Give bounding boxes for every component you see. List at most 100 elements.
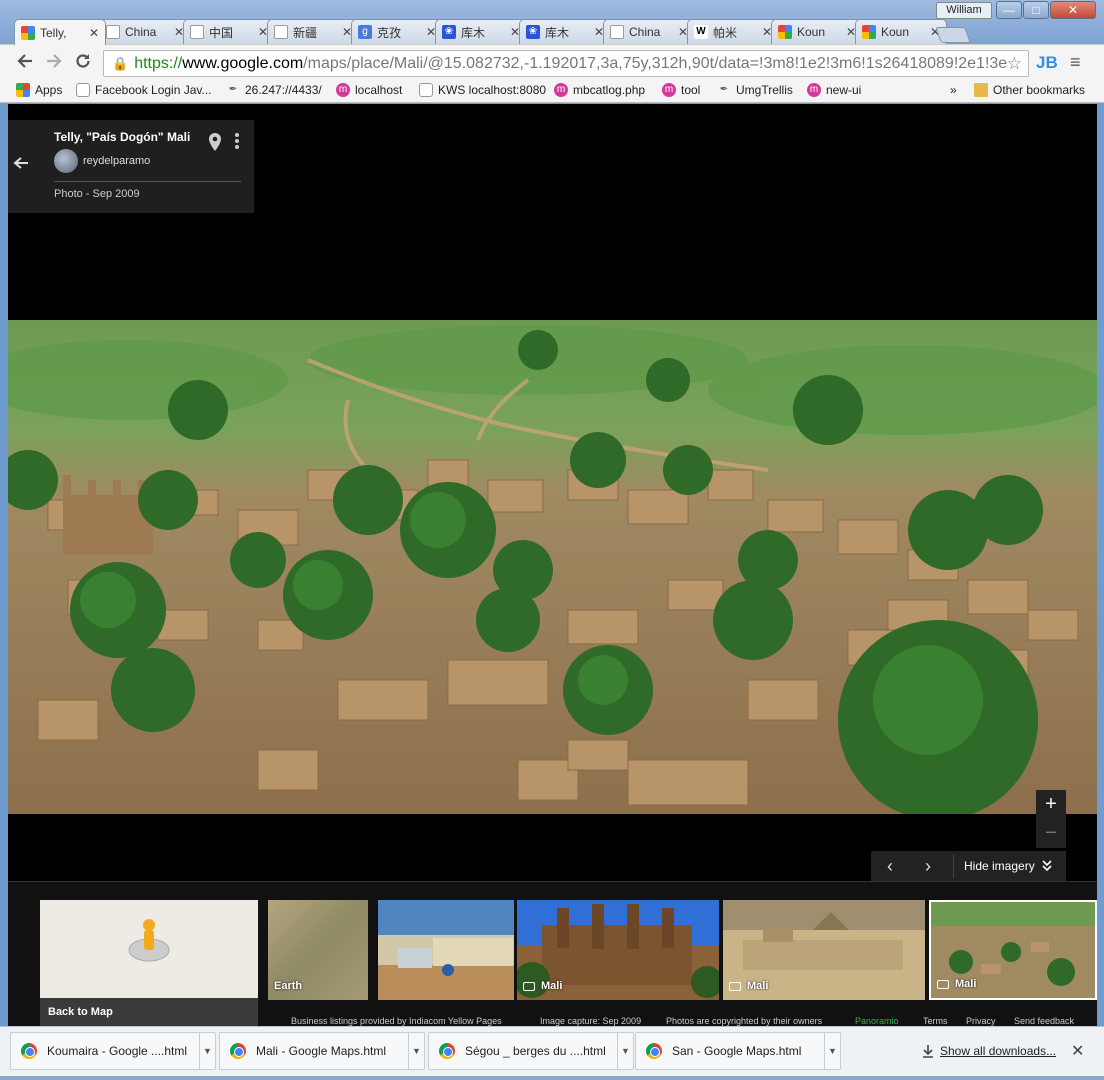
page-icon xyxy=(610,25,624,39)
thumb-mali-mosque[interactable]: Mali xyxy=(517,900,719,1000)
panoramio-logo[interactable]: Panoramio xyxy=(855,1016,899,1026)
download-filename: Ségou _ berges du ....html xyxy=(465,1044,606,1058)
bookmarks-overflow-button[interactable]: » xyxy=(950,83,957,97)
tab-label: 帕米 xyxy=(713,25,738,40)
download-filename: Koumaira - Google ....html xyxy=(47,1044,188,1058)
thumb-mali-granary[interactable]: Mali xyxy=(723,900,925,1000)
bookmark-kws-localhost[interactable]: KWS localhost:8080 xyxy=(419,83,546,97)
bookmark-label: mbcatlog.php xyxy=(573,83,646,97)
profile-button[interactable]: William xyxy=(936,2,992,19)
page-icon xyxy=(106,25,120,39)
bookmark-label: Other bookmarks xyxy=(993,83,1086,97)
toolbar: 🔒 https:// www.google.com /maps/place/Ma… xyxy=(0,44,1104,80)
page-icon xyxy=(190,25,204,39)
reload-button[interactable] xyxy=(72,52,94,74)
back-button[interactable] xyxy=(14,52,36,74)
thumb-earth[interactable]: Earth xyxy=(268,900,368,1000)
tab-telly[interactable]: Telly, ✕ xyxy=(14,19,106,45)
baidu-icon: ❀ xyxy=(442,25,456,39)
google-maps-icon xyxy=(778,25,792,39)
bookmark-umgtrellis[interactable]: ✒ UmgTrellis xyxy=(717,83,793,97)
download-item[interactable]: Koumaira - Google ....html ▼ xyxy=(10,1032,216,1070)
thumb-mali-village-selected[interactable]: Mali xyxy=(929,900,1097,1000)
download-item[interactable]: Mali - Google Maps.html ▼ xyxy=(219,1032,425,1070)
minimize-button[interactable]: — xyxy=(996,1,1022,19)
chevron-down-icon[interactable]: ▼ xyxy=(199,1033,215,1069)
downloads-shelf: Koumaira - Google ....html ▼ Mali - Goog… xyxy=(0,1026,1104,1080)
window-border xyxy=(0,1076,1104,1080)
chrome-menu-icon[interactable]: ≡ xyxy=(1070,52,1081,73)
photo-author[interactable]: reydelparamo xyxy=(83,155,150,167)
tab-kumu-2[interactable]: ❀ 库木 ✕ xyxy=(519,19,611,44)
divider xyxy=(953,854,954,878)
bookmark-localhost[interactable]: m localhost xyxy=(336,83,402,97)
hide-imagery-button[interactable]: Hide imagery xyxy=(960,859,1035,873)
address-bar[interactable]: 🔒 https:// www.google.com /maps/place/Ma… xyxy=(103,50,1029,77)
privacy-link[interactable]: Privacy xyxy=(966,1016,996,1026)
zoom-out-button[interactable]: − xyxy=(1036,819,1066,848)
next-photo-button[interactable]: › xyxy=(909,856,947,877)
tab-koun-1[interactable]: Koun ✕ xyxy=(771,19,863,44)
back-to-map-card[interactable]: Back to Map xyxy=(40,900,258,1026)
chrome-icon xyxy=(230,1043,246,1059)
url-scheme: https:// xyxy=(134,54,183,72)
page-icon xyxy=(419,83,433,97)
show-all-label: Show all downloads... xyxy=(940,1044,1057,1058)
tab-kumu-1[interactable]: ❀ 库木 ✕ xyxy=(435,19,527,44)
more-options-icon[interactable] xyxy=(234,132,240,150)
camera-icon xyxy=(937,979,949,989)
tab-xinjiang[interactable]: 新疆 ✕ xyxy=(267,19,359,44)
chevron-down-icon[interactable]: ▼ xyxy=(617,1033,633,1069)
download-item[interactable]: San - Google Maps.html ▼ xyxy=(635,1032,841,1070)
camera-icon xyxy=(729,981,741,991)
tab-pami[interactable]: W 帕米 ✕ xyxy=(687,19,779,44)
bookmark-star-icon[interactable]: ☆ xyxy=(1007,54,1022,74)
close-downloads-icon[interactable]: ✕ xyxy=(1071,1041,1084,1061)
close-window-button[interactable]: ✕ xyxy=(1050,1,1096,19)
other-bookmarks-folder[interactable]: Other bookmarks xyxy=(974,83,1085,97)
back-to-results-button[interactable] xyxy=(13,154,29,175)
forward-button[interactable] xyxy=(43,52,65,74)
page-icon xyxy=(76,83,90,97)
send-feedback-link[interactable]: Send feedback xyxy=(1014,1016,1074,1026)
footer-listings: Business listings provided by Indiacom Y… xyxy=(291,1016,502,1026)
zoom-in-button[interactable]: + xyxy=(1036,790,1066,819)
maximize-button[interactable]: □ xyxy=(1023,1,1049,19)
new-tab-button[interactable] xyxy=(935,27,971,43)
download-filename: Mali - Google Maps.html xyxy=(256,1044,387,1058)
tab-label: Koun xyxy=(881,25,910,39)
bookmark-tool[interactable]: m tool xyxy=(662,83,700,97)
google-maps-icon xyxy=(21,25,35,40)
tab-label: Koun xyxy=(797,25,826,39)
tab-koun-2[interactable]: Koun ✕ xyxy=(855,19,947,44)
tab-china-2[interactable]: China ✕ xyxy=(603,19,695,44)
jetbrains-extension-icon[interactable]: JB xyxy=(1036,53,1058,73)
avatar[interactable] xyxy=(54,149,78,173)
village-photo[interactable] xyxy=(8,320,1097,814)
arrow-left-icon xyxy=(13,157,28,169)
bookmark-facebook-login[interactable]: Facebook Login Jav... xyxy=(76,83,212,97)
tab-zhongguo[interactable]: 中国 ✕ xyxy=(183,19,275,44)
thumb-photo-1[interactable] xyxy=(378,900,514,1000)
terms-link[interactable]: Terms xyxy=(923,1016,948,1026)
thumb-image xyxy=(398,938,513,976)
bookmark-new-ui[interactable]: m new-ui xyxy=(807,83,861,97)
bookmark-mbcatlog[interactable]: m mbcatlog.php xyxy=(554,83,645,97)
location-pin-icon[interactable] xyxy=(208,132,222,152)
maps-footer: Business listings provided by Indiacom Y… xyxy=(8,1016,1097,1026)
url-path: /maps/place/Mali/@15.082732,-1.192017,3a… xyxy=(303,54,1007,72)
chevron-down-icon[interactable]: ▼ xyxy=(408,1033,424,1069)
bookmark-label: tool xyxy=(681,83,701,97)
show-all-downloads-link[interactable]: Show all downloads... xyxy=(922,1044,1056,1058)
bookmark-apps[interactable]: Apps xyxy=(16,83,62,97)
thumb-label: Earth xyxy=(274,980,303,992)
bookmark-26247[interactable]: ✒ 26.247://4433/ xyxy=(226,83,322,97)
previous-photo-button[interactable]: ‹ xyxy=(871,856,909,877)
chevron-down-icon[interactable]: ▼ xyxy=(824,1033,840,1069)
tab-kezi[interactable]: g 克孜 ✕ xyxy=(351,19,443,44)
close-tab-icon[interactable]: ✕ xyxy=(89,26,99,40)
download-item[interactable]: Ségou _ berges du ....html ▼ xyxy=(428,1032,634,1070)
tab-label: China xyxy=(629,25,661,39)
tab-china[interactable]: China ✕ xyxy=(99,19,191,44)
browser-window: William — □ ✕ Telly, ✕ China ✕ 中国 ✕ 新疆 ✕… xyxy=(0,0,1104,1080)
